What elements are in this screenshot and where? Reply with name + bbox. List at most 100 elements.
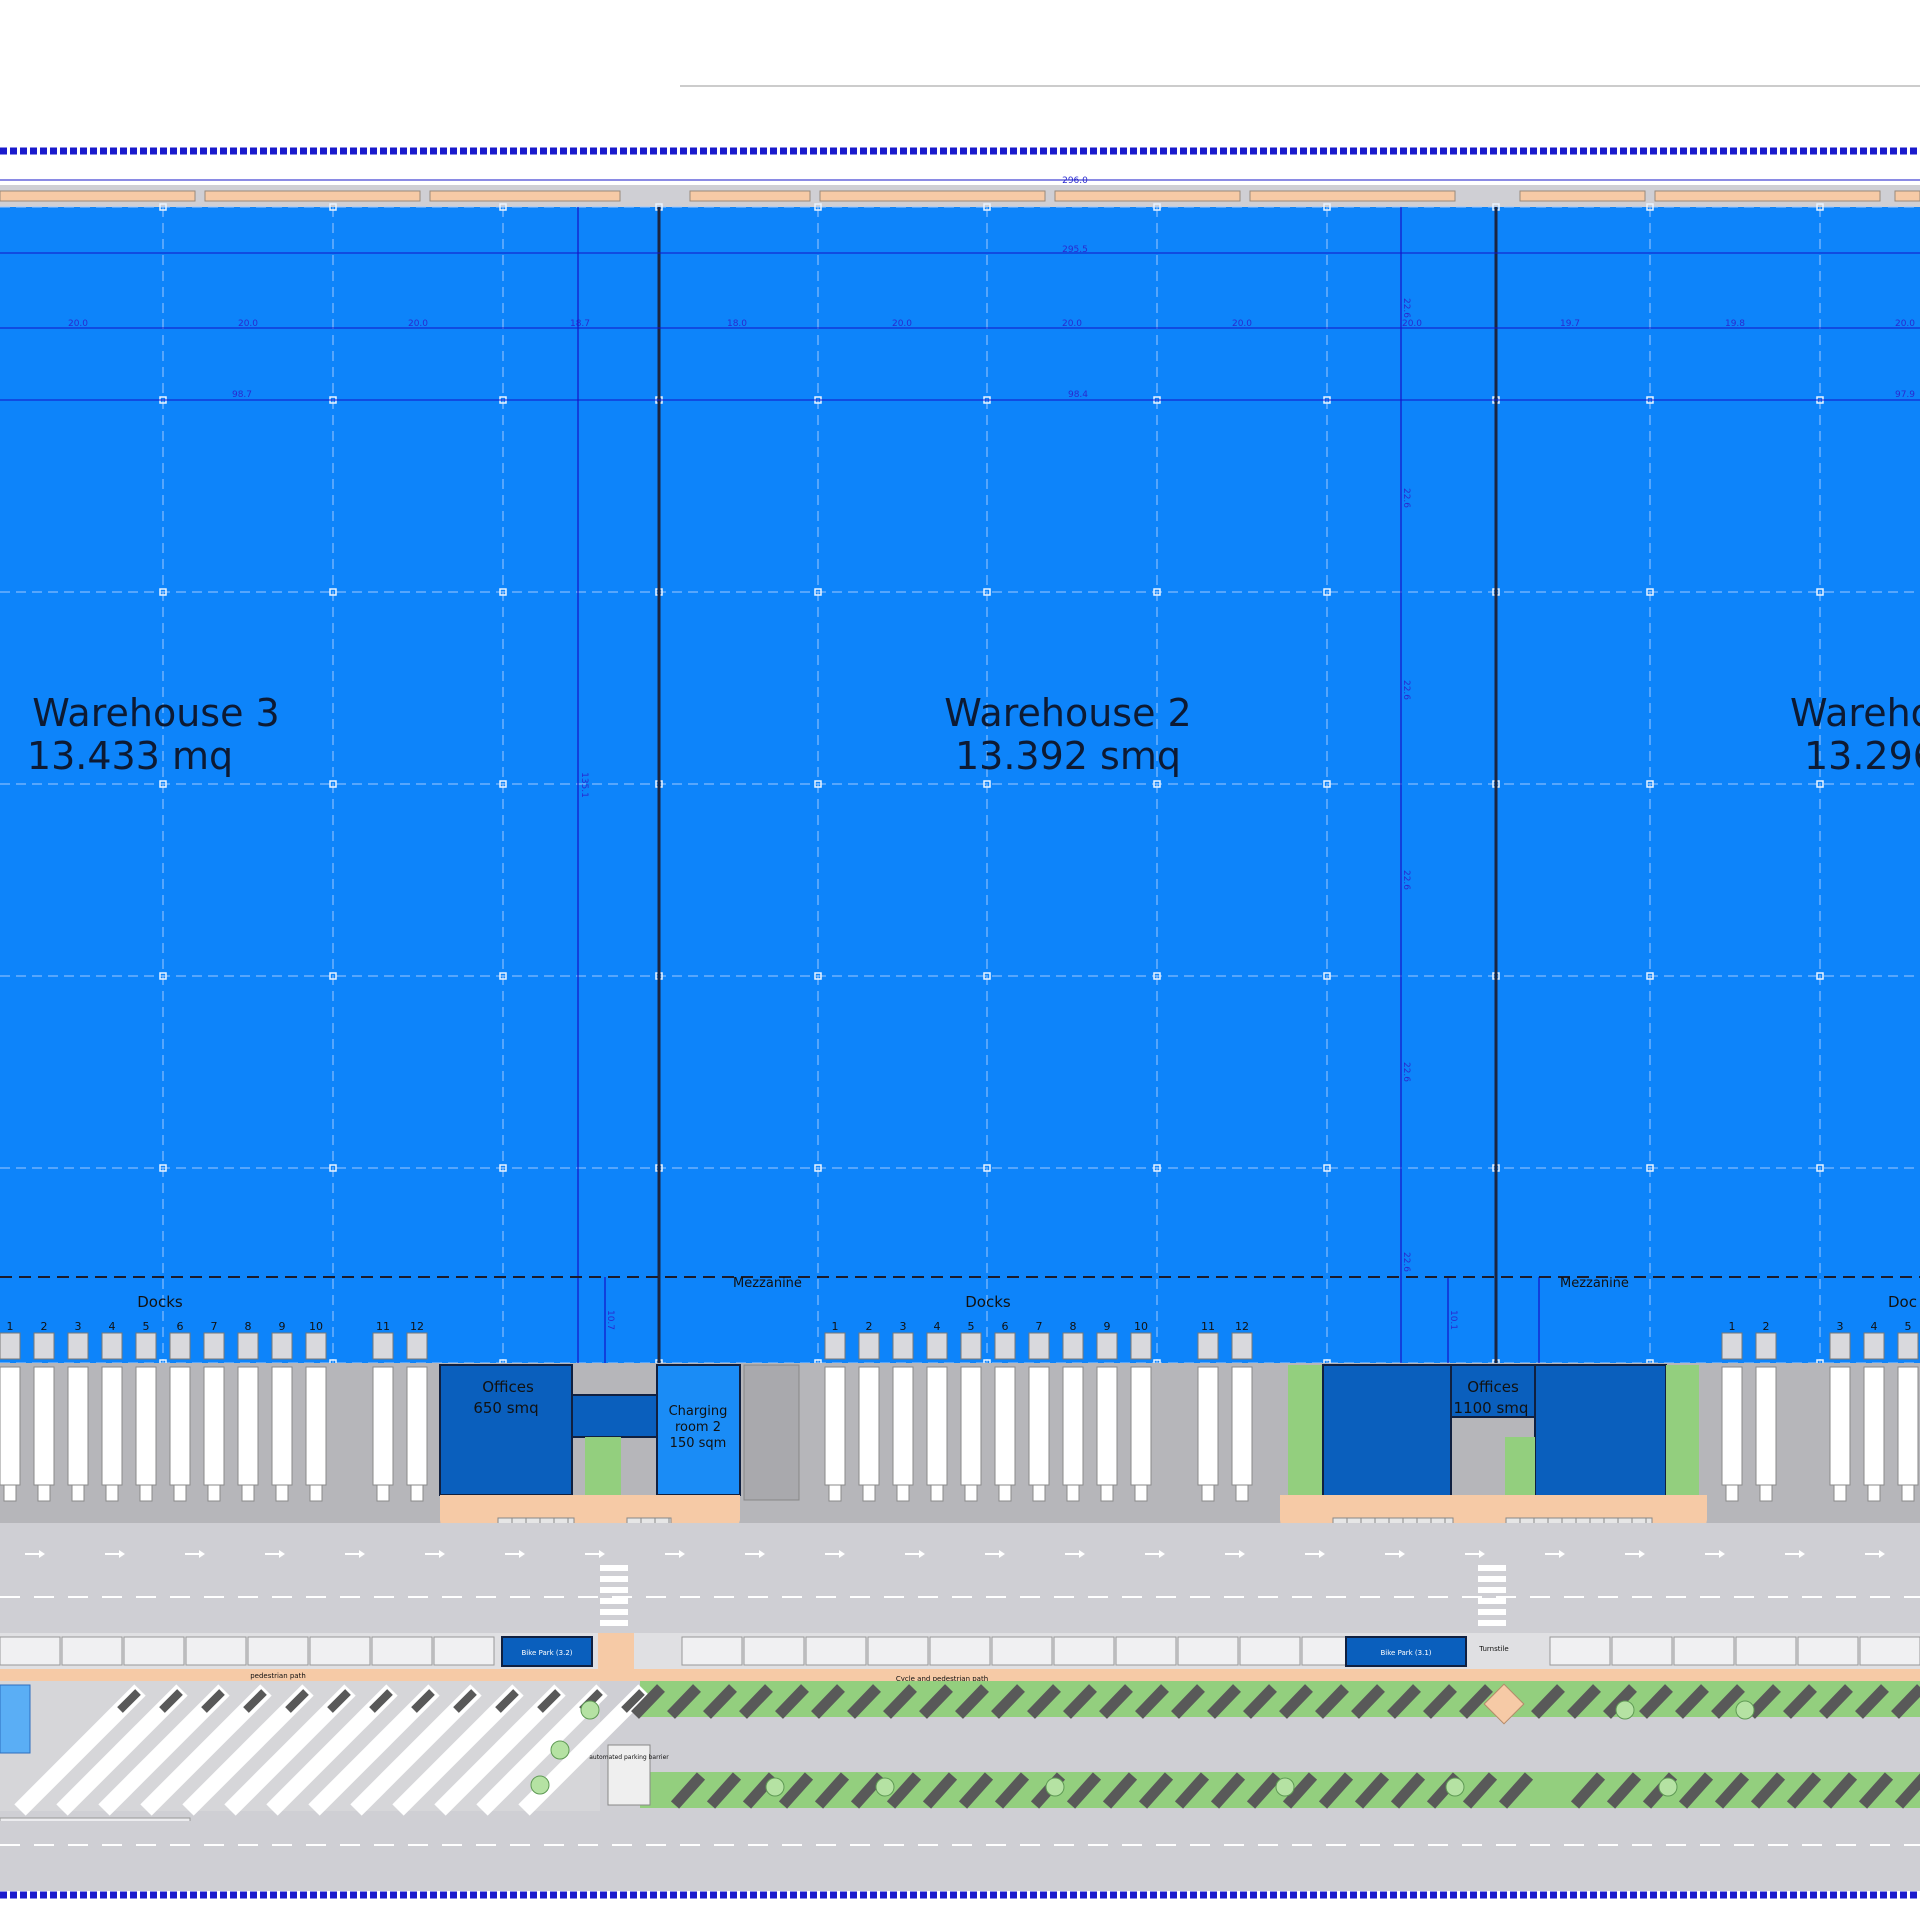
dock-w3-number-12: 12 bbox=[410, 1320, 424, 1333]
north-strip-4 bbox=[689, 190, 811, 202]
crossing-2-stripe-2 bbox=[1478, 1576, 1506, 1582]
pedestrian-path-label: pedestrian path bbox=[250, 1672, 306, 1680]
crossing-1-stripe-3 bbox=[600, 1587, 628, 1593]
parking-bay bbox=[309, 1636, 371, 1666]
truck-w2-bay-5 bbox=[960, 1366, 982, 1486]
truck-w1-bay-4 bbox=[1863, 1366, 1885, 1486]
site-plan: 296.0 295.5 98.7 98.4 97.9 20.0 20.0 20.0 18.7 18… bbox=[0, 0, 1920, 1920]
parking-bay bbox=[1115, 1636, 1177, 1666]
vertical-dim-label-2: 22.6 bbox=[1401, 488, 1411, 508]
dock-w3-leveler-5 bbox=[135, 1332, 157, 1360]
warehouse-2-area: 13.392 smq bbox=[955, 734, 1181, 778]
offices-2-area: 1100 smq bbox=[1454, 1399, 1529, 1417]
dock-w3-leveler-12 bbox=[406, 1332, 428, 1360]
dock-w1-number-1: 1 bbox=[1729, 1320, 1736, 1333]
dock-w3-number-3: 3 bbox=[75, 1320, 82, 1333]
truck-w2-bumper-9 bbox=[1100, 1484, 1114, 1502]
truck-w1-bay-5 bbox=[1897, 1366, 1919, 1486]
parking-bay bbox=[1239, 1636, 1301, 1666]
dim-inner-label: 295.5 bbox=[1062, 245, 1088, 255]
dock-w2-leveler-11 bbox=[1197, 1332, 1219, 1360]
truck-w2-bumper-11 bbox=[1201, 1484, 1215, 1502]
parking-bay bbox=[1859, 1636, 1920, 1666]
turnstile-label: Turnstile bbox=[1478, 1645, 1508, 1653]
dim-segment-mid-label: 98.4 bbox=[1068, 390, 1088, 400]
truck-w3-bay-3 bbox=[67, 1366, 89, 1486]
parking-bay bbox=[867, 1636, 929, 1666]
warehouse-floor bbox=[0, 207, 1920, 1363]
truck-w1-bumper-4 bbox=[1867, 1484, 1881, 1502]
dock-w2-leveler-4 bbox=[926, 1332, 948, 1360]
vertical-dim-label-1: 22.6 bbox=[1401, 298, 1411, 318]
dim-bay-label-6: 20.0 bbox=[892, 319, 912, 329]
office-garden-right bbox=[1666, 1365, 1699, 1496]
parking-bay bbox=[1549, 1636, 1611, 1666]
truck-w3-bumper-2 bbox=[37, 1484, 51, 1502]
dock-w3-number-1: 1 bbox=[7, 1320, 14, 1333]
parking-bay bbox=[185, 1636, 247, 1666]
truck-w3-bay-7 bbox=[203, 1366, 225, 1486]
dim-segment-right-label: 97.9 bbox=[1895, 390, 1915, 400]
north-strip-8 bbox=[1519, 190, 1646, 202]
truck-w2-bay-9 bbox=[1096, 1366, 1118, 1486]
parking-bay bbox=[1673, 1636, 1735, 1666]
parking-bay bbox=[1735, 1636, 1797, 1666]
dim-bay-label-1: 20.0 bbox=[68, 319, 88, 329]
tree-5 bbox=[1045, 1777, 1065, 1797]
parking-bay bbox=[1177, 1636, 1239, 1666]
dock-w3-number-8: 8 bbox=[245, 1320, 252, 1333]
docks-label-warehouse-3: Docks bbox=[137, 1293, 183, 1311]
dock-w3-leveler-6 bbox=[169, 1332, 191, 1360]
dock-w3-number-9: 9 bbox=[279, 1320, 286, 1333]
crossing-2-stripe-1 bbox=[1478, 1565, 1506, 1571]
truck-w2-bumper-7 bbox=[1032, 1484, 1046, 1502]
bike-park-3-1-label: Bike Park (3.1) bbox=[1380, 1649, 1431, 1657]
truck-w2-bumper-2 bbox=[862, 1484, 876, 1502]
truck-w2-bay-6 bbox=[994, 1366, 1016, 1486]
entrance-green-right bbox=[1505, 1437, 1535, 1495]
warehouse-3-name: Warehouse 3 bbox=[32, 691, 279, 735]
dim-bay-label-5: 18.0 bbox=[727, 319, 747, 329]
truck-w3-bay-10 bbox=[305, 1366, 327, 1486]
dock-w1-number-4: 4 bbox=[1871, 1320, 1878, 1333]
dock-w1-leveler-3 bbox=[1829, 1332, 1851, 1360]
dock-w3-leveler-4 bbox=[101, 1332, 123, 1360]
dock-w2-leveler-3 bbox=[892, 1332, 914, 1360]
truck-w3-bumper-6 bbox=[173, 1484, 187, 1502]
parking-bay bbox=[0, 1636, 61, 1666]
dim-bay-label-11: 19.8 bbox=[1725, 319, 1745, 329]
offices-2-name: Offices bbox=[1467, 1378, 1519, 1396]
mezzanine-label-left: Mezzanine bbox=[733, 1276, 802, 1291]
vertical-dim-label-6: 22.6 bbox=[1401, 1252, 1411, 1272]
dock-w2-number-3: 3 bbox=[900, 1320, 907, 1333]
north-loading-strips bbox=[0, 190, 1920, 202]
parking-bay bbox=[991, 1636, 1053, 1666]
parking-bay bbox=[433, 1636, 495, 1666]
truck-w3-bumper-5 bbox=[139, 1484, 153, 1502]
truck-w2-bumper-3 bbox=[896, 1484, 910, 1502]
dock-w1-leveler-1 bbox=[1721, 1332, 1743, 1360]
dim-bay-label-8: 20.0 bbox=[1232, 319, 1252, 329]
warehouse-2-name: Warehouse 2 bbox=[944, 691, 1191, 735]
north-strip-7 bbox=[1249, 190, 1456, 202]
dock-w2-leveler-6 bbox=[994, 1332, 1016, 1360]
truck-w3-bumper-3 bbox=[71, 1484, 85, 1502]
dock-w2-number-5: 5 bbox=[968, 1320, 975, 1333]
dim-bay-label-7: 20.0 bbox=[1062, 319, 1082, 329]
truck-w2-bay-10 bbox=[1130, 1366, 1152, 1486]
truck-w2-bay-1 bbox=[824, 1366, 846, 1486]
dock-w3-number-2: 2 bbox=[41, 1320, 48, 1333]
dim-bay-label-2: 20.0 bbox=[238, 319, 258, 329]
tree-6 bbox=[1275, 1777, 1295, 1797]
truck-w2-bay-11 bbox=[1197, 1366, 1219, 1486]
dock-w1-number-2: 2 bbox=[1763, 1320, 1770, 1333]
parking-bay bbox=[371, 1636, 433, 1666]
crossing-1-stripe-2 bbox=[600, 1576, 628, 1582]
stair-core-left bbox=[571, 1394, 658, 1438]
parking-bay bbox=[61, 1636, 123, 1666]
dock-w2-number-11: 11 bbox=[1201, 1320, 1215, 1333]
tree-3 bbox=[765, 1777, 785, 1797]
dock-w3-leveler-9 bbox=[271, 1332, 293, 1360]
truck-w3-bay-6 bbox=[169, 1366, 191, 1486]
truck-w3-bay-11 bbox=[372, 1366, 394, 1486]
